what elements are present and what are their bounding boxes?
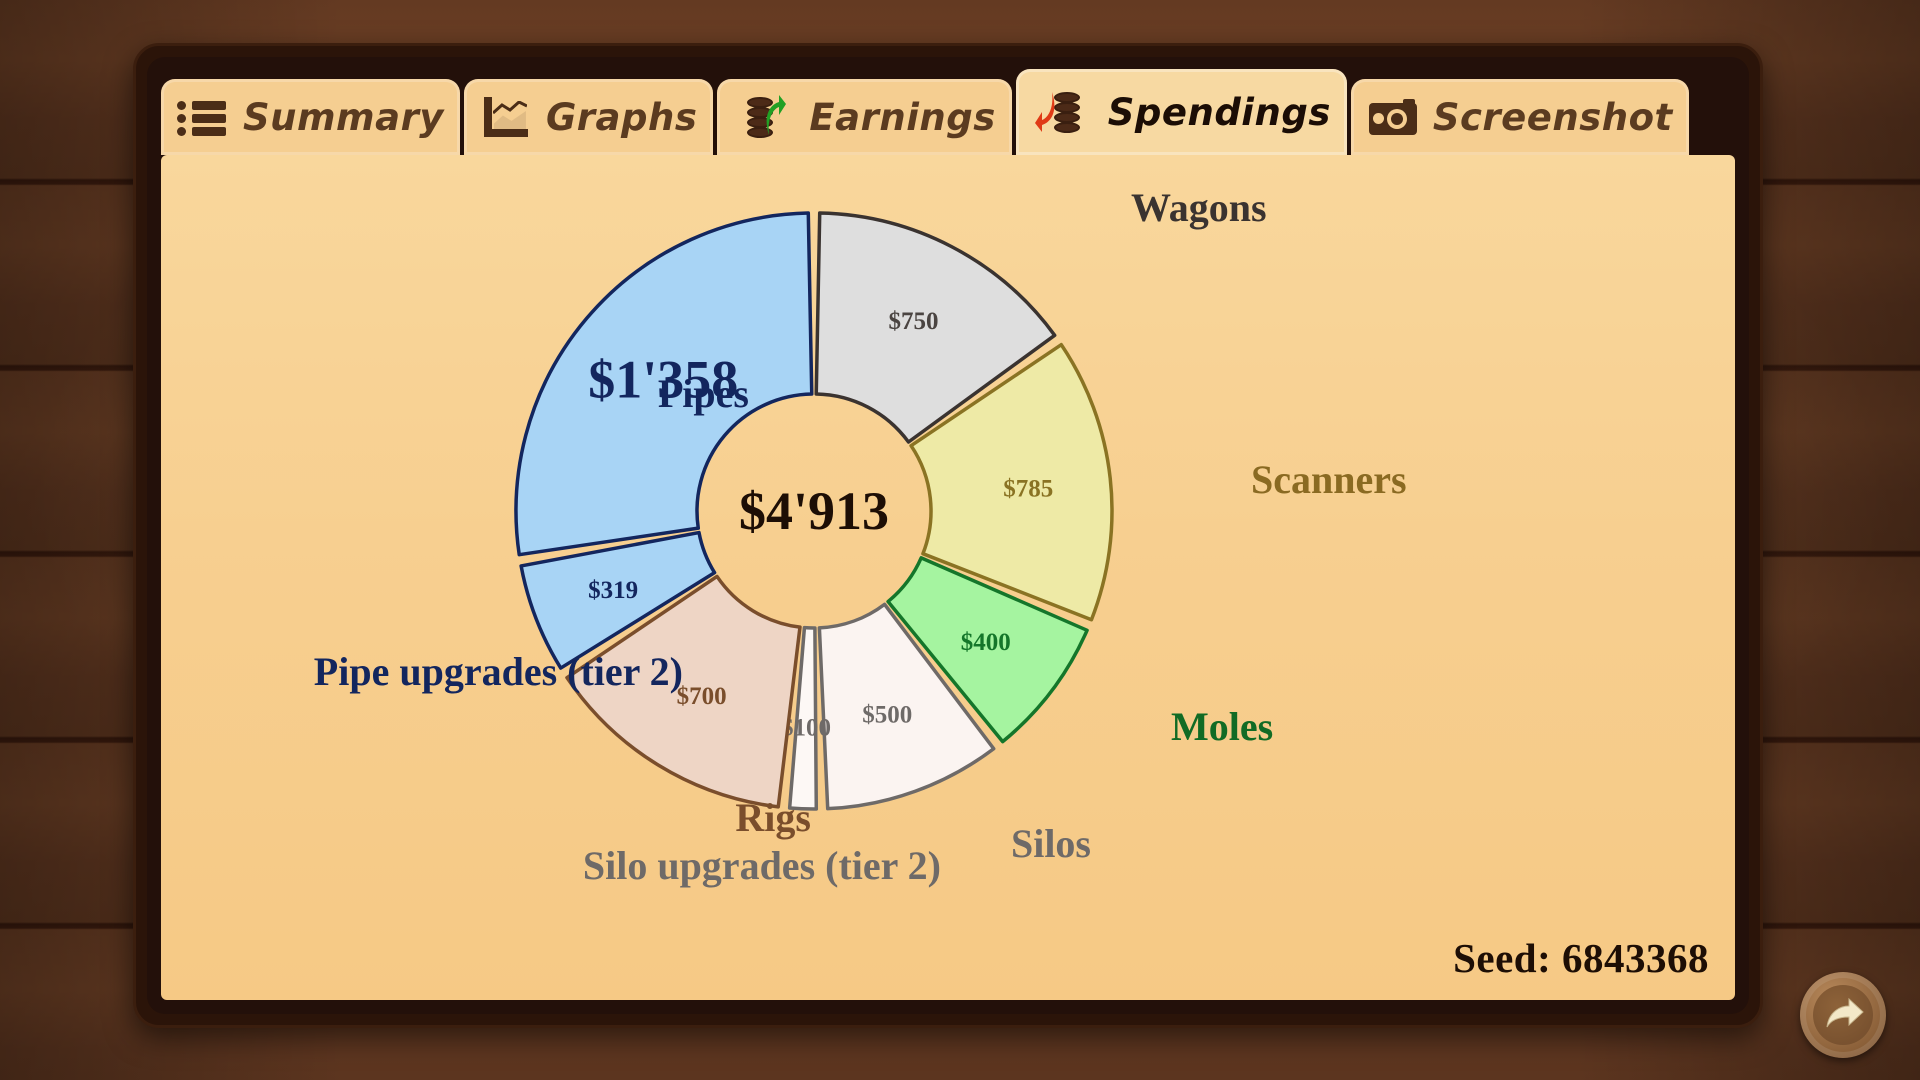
tab-bar: Summary Graphs Earnings Spendings Screenshot	[161, 69, 1735, 155]
coins-down-icon	[1032, 88, 1094, 136]
back-button[interactable]	[1800, 972, 1886, 1058]
pie-category-label: Silo upgrades (tier 2)	[583, 843, 941, 888]
pie-slice-value: $785	[1003, 475, 1053, 502]
tab-label-screenshot: Screenshot	[1432, 95, 1673, 139]
line-chart-icon	[480, 95, 532, 139]
back-button-inner	[1813, 985, 1873, 1045]
pie-category-label: Scanners	[1251, 457, 1407, 502]
tab-label-spendings: Spendings	[1107, 90, 1331, 134]
pie-category-label: Pipe upgrades (tier 2)	[314, 649, 683, 694]
pie-slice-value: $700	[677, 683, 727, 710]
pie-category-label: Pipes	[658, 371, 749, 416]
pie-category-label: Silos	[1011, 821, 1091, 866]
tab-label-earnings: Earnings	[809, 95, 996, 139]
pie-category-label: Moles	[1171, 704, 1273, 749]
donut-center-total: $4'913	[739, 481, 889, 541]
pie-category-label: Rigs	[735, 795, 811, 840]
tab-label-graphs: Graphs	[545, 95, 698, 139]
tab-summary[interactable]: Summary	[161, 79, 460, 155]
tab-screenshot[interactable]: Screenshot	[1350, 79, 1689, 155]
tab-label-summary: Summary	[243, 95, 444, 139]
list-icon	[177, 95, 229, 139]
pie-slice-value: $500	[862, 702, 912, 729]
coins-up-icon	[733, 93, 795, 141]
tab-graphs[interactable]: Graphs	[463, 79, 714, 155]
pie-category-label: Wagons	[1131, 185, 1267, 230]
tab-earnings[interactable]: Earnings	[717, 79, 1012, 155]
pie-slice-value: $400	[961, 629, 1011, 656]
pie-slice-value: $750	[888, 308, 938, 335]
stats-window: Summary Graphs Earnings Spendings Screenshot…	[133, 43, 1763, 1028]
window-inner-frame: Summary Graphs Earnings Spendings Screenshot…	[147, 57, 1749, 1014]
camera-icon	[1367, 95, 1419, 139]
seed-label: Seed: 6843368	[1453, 935, 1709, 981]
pie-slice-value: $319	[588, 577, 638, 604]
donut-chart-svg: $750$785$400$500$100$700$319$1'358Wagons…	[314, 185, 1407, 888]
spendings-donut-chart: $750 $785 $400 $500 $100 $700 $319 $1'358 Wagons…	[161, 155, 1735, 1000]
spendings-panel: $750 $785 $400 $500 $100 $700 $319 $1'358 Wagons…	[161, 155, 1735, 1000]
back-arrow-icon	[1826, 997, 1864, 1028]
tab-spendings[interactable]: Spendings	[1015, 69, 1347, 155]
